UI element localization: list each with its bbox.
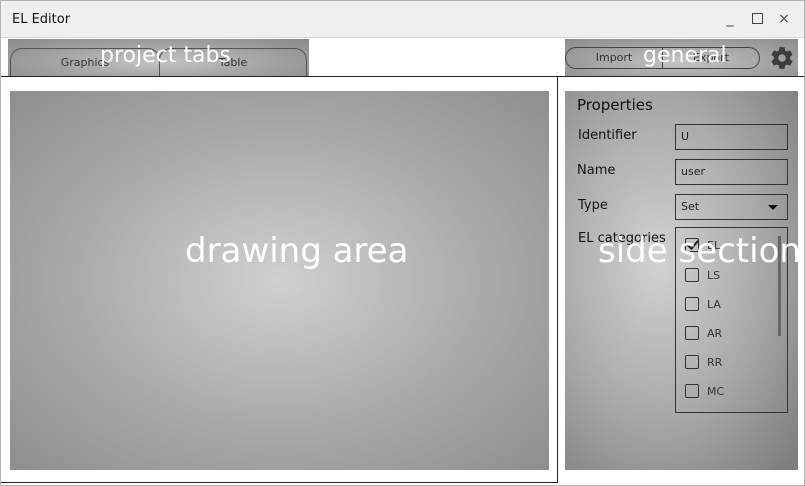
maximize-icon (751, 13, 763, 24)
general-toolbar: Import Export (565, 39, 798, 77)
project-tabs: Graphics Table (8, 39, 309, 78)
divider (558, 76, 804, 77)
identifier-field[interactable]: U (675, 124, 788, 150)
import-button[interactable]: Import (565, 47, 663, 69)
category-label: LA (707, 298, 721, 311)
checkbox[interactable] (685, 326, 699, 340)
name-field[interactable]: user (675, 159, 788, 185)
name-label: Name (577, 163, 616, 178)
category-label: AR (707, 327, 723, 340)
category-label: EL (707, 239, 721, 252)
tab-graphics[interactable]: Graphics (10, 48, 160, 78)
checkbox[interactable] (685, 268, 699, 282)
minimize-button[interactable]: _ (721, 10, 739, 28)
checkbox[interactable] (685, 384, 699, 398)
checkbox[interactable] (685, 297, 699, 311)
type-label: Type (578, 198, 608, 213)
category-label: LS (707, 269, 721, 282)
category-label: RR (707, 356, 723, 369)
close-button[interactable]: × (775, 10, 793, 28)
identifier-label: Identifier (578, 128, 637, 143)
title-bar: EL Editor _ × (1, 1, 804, 38)
category-label: MC (707, 385, 725, 398)
type-select[interactable]: Set (675, 194, 788, 220)
categories-label: EL categories (578, 231, 666, 246)
checkbox-checked[interactable] (685, 238, 699, 252)
side-section: Properties Identifier U Name user Type S… (565, 91, 798, 470)
window-title: EL Editor (12, 12, 71, 27)
maximize-button[interactable] (748, 10, 766, 28)
categories-list[interactable]: EL LS LA AR RR MC (675, 227, 788, 413)
type-select-value: Set (681, 200, 700, 213)
gear-icon[interactable] (769, 45, 795, 71)
chevron-down-icon (768, 205, 778, 210)
drawing-area[interactable] (10, 91, 549, 470)
tab-table[interactable]: Table (159, 48, 307, 78)
scrollbar[interactable] (778, 236, 781, 336)
app-window: EL Editor _ × Graphics Table Import Expo… (0, 0, 805, 486)
checkbox[interactable] (685, 355, 699, 369)
properties-title: Properties (577, 96, 653, 114)
export-button[interactable]: Export (662, 47, 760, 69)
